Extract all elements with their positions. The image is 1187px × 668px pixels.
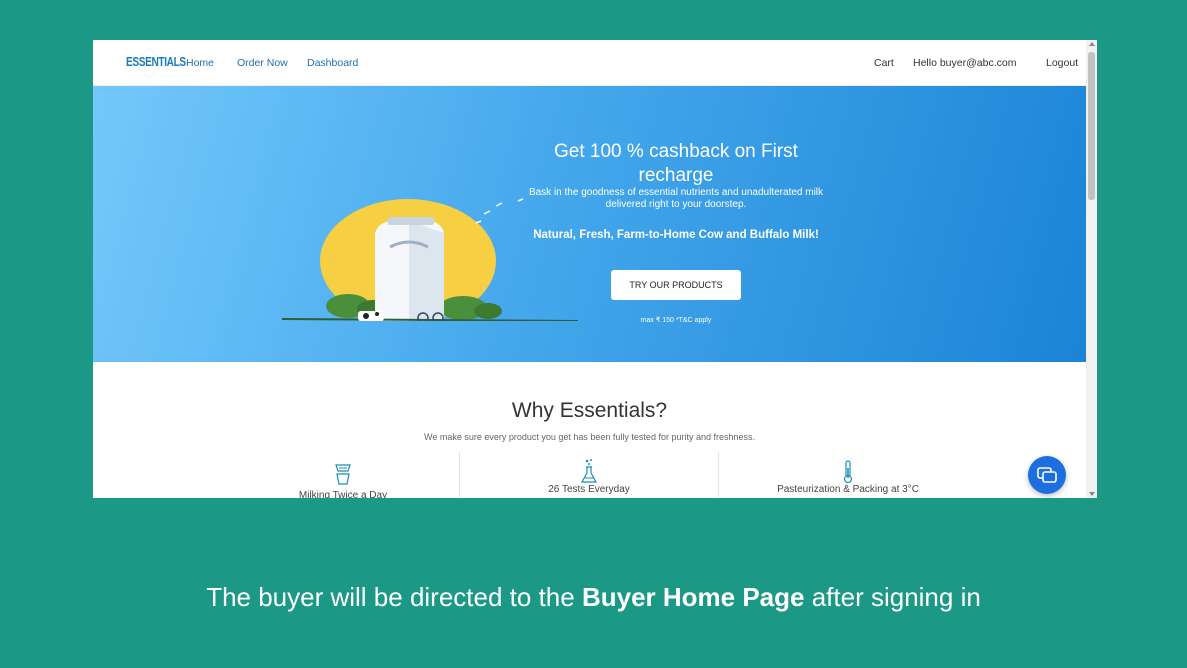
feature-milking: Milking Twice a Day xyxy=(243,454,443,498)
chat-button[interactable] xyxy=(1028,456,1066,494)
hero-subtitle: Bask in the goodness of essential nutrie… xyxy=(528,187,824,210)
hero-title: Get 100 % cashback on First recharge xyxy=(554,141,798,186)
cart-link[interactable]: Cart xyxy=(874,57,894,69)
cashback-fine-print: max ₹ 150 *T&C apply xyxy=(640,317,712,324)
lab-flask-icon xyxy=(580,459,598,483)
milk-pail-icon xyxy=(335,464,351,485)
why-section-subtitle: We make sure every product you get has b… xyxy=(423,432,755,442)
feature-pasteurization: Pasteurization & Packing at 3°C xyxy=(748,454,948,498)
logout-link[interactable]: Logout xyxy=(1046,57,1078,69)
scroll-down-icon[interactable] xyxy=(1089,492,1095,496)
feature-label: 26 Tests Everyday xyxy=(548,484,630,495)
scroll-up-icon[interactable] xyxy=(1089,42,1095,46)
user-greeting[interactable]: Hello buyer@abc.com xyxy=(913,57,1016,69)
feature-divider xyxy=(459,452,460,498)
navbar: ESSENTIALS Home Order Now Dashboard Cart… xyxy=(93,40,1086,86)
nav-dashboard-link[interactable]: Dashboard xyxy=(307,57,358,69)
feature-divider xyxy=(718,452,719,498)
caption-text: The buyer will be directed to the xyxy=(206,582,582,612)
thermometer-icon xyxy=(843,460,853,484)
feature-tests: 26 Tests Everyday xyxy=(489,454,689,498)
hero-banner: Get 100 % cashback on First recharge Bas… xyxy=(93,86,1086,362)
nav-order-now-link[interactable]: Order Now xyxy=(237,57,288,69)
nav-home-link[interactable]: Home xyxy=(186,57,214,69)
page-scrollbar[interactable] xyxy=(1086,40,1097,498)
slide-caption: The buyer will be directed to the Buyer … xyxy=(0,582,1187,613)
chat-bubbles-icon xyxy=(1037,467,1057,483)
caption-text: after signing in xyxy=(804,582,981,612)
feature-label: Milking Twice a Day xyxy=(298,490,388,498)
try-products-button[interactable]: TRY OUR PRODUCTS xyxy=(611,270,741,300)
feature-label: Pasteurization & Packing at 3°C xyxy=(777,484,919,495)
hero-tagline: Natural, Fresh, Farm-to-Home Cow and Buf… xyxy=(533,229,819,241)
scroll-thumb[interactable] xyxy=(1088,52,1095,200)
logo[interactable]: ESSENTIALS xyxy=(126,54,186,69)
browser-viewport: ESSENTIALS Home Order Now Dashboard Cart… xyxy=(93,40,1097,498)
caption-emphasis: Buyer Home Page xyxy=(581,582,805,612)
why-section-title: Why Essentials? xyxy=(511,399,668,422)
